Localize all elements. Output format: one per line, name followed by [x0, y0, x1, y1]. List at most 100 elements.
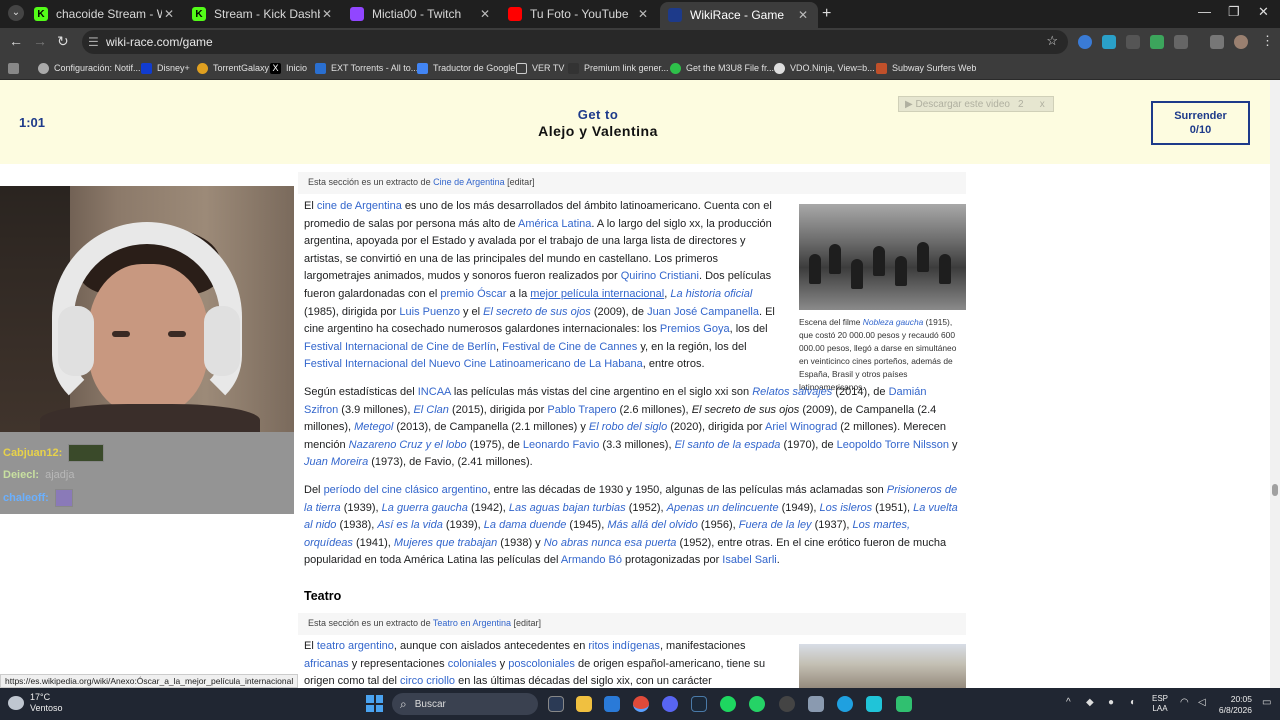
tray-icon[interactable]: ● — [1108, 697, 1114, 708]
url-text[interactable]: wiki-race.com/game — [106, 35, 213, 49]
whatsapp-icon[interactable] — [749, 696, 765, 712]
wiki-link-hovered[interactable]: mejor película internacional — [530, 288, 664, 300]
page-scrollbar[interactable] — [1270, 80, 1280, 688]
wiki-link[interactable]: Nobleza gaucha — [863, 317, 924, 327]
theater-image[interactable] — [799, 644, 966, 688]
wiki-link[interactable]: La dama duende — [484, 519, 567, 531]
edit-link[interactable]: [editar] — [507, 177, 535, 187]
wiki-link[interactable]: africanas — [304, 658, 349, 670]
wiki-link[interactable]: poscoloniales — [508, 658, 575, 670]
bookmark-item[interactable]: Configuración: Notif... — [38, 61, 141, 75]
reload-icon[interactable]: ↻ — [57, 33, 69, 50]
back-icon[interactable]: ← — [9, 33, 23, 49]
file-explorer-icon[interactable] — [576, 696, 592, 712]
wiki-link[interactable]: Así es la vida — [377, 519, 442, 531]
wiki-link[interactable]: El robo del siglo — [589, 421, 667, 433]
close-window-icon[interactable]: ✕ — [1258, 4, 1269, 20]
app-icon[interactable] — [866, 696, 882, 712]
extension-icon[interactable] — [1102, 35, 1116, 49]
wiki-link[interactable]: La guerra gaucha — [382, 502, 468, 514]
weather-widget[interactable]: 17°C Ventoso — [8, 692, 63, 714]
task-view-icon[interactable] — [548, 696, 564, 712]
restore-icon[interactable]: ❐ — [1228, 4, 1240, 20]
forward-icon[interactable]: → — [33, 33, 47, 49]
wiki-link[interactable]: Damián Szifron — [304, 386, 926, 416]
apps-icon[interactable] — [8, 61, 24, 75]
wiki-link[interactable]: El santo de la espada — [675, 439, 781, 451]
scrollbar-thumb[interactable] — [1272, 484, 1278, 496]
wiki-link[interactable]: premio Óscar — [440, 288, 506, 300]
tab-wikirace[interactable]: WikiRace - Game ✕ — [660, 2, 818, 28]
taskbar-search[interactable]: ⌕ Buscar — [392, 693, 538, 715]
new-tab-icon[interactable]: + — [822, 5, 831, 23]
wiki-link[interactable]: Premios Goya — [660, 323, 730, 335]
address-bar[interactable]: ☰ wiki-race.com/game ☆ — [82, 30, 1068, 54]
wiki-link[interactable]: Nazareno Cruz y el lobo — [349, 439, 467, 451]
app-icon[interactable] — [896, 696, 912, 712]
settings-icon[interactable] — [808, 696, 824, 712]
discord-icon[interactable] — [662, 696, 678, 712]
notifications-icon[interactable]: ▭ — [1262, 697, 1271, 708]
wiki-link[interactable]: Apenas un delincuente — [667, 502, 779, 514]
menu-icon[interactable]: ⋮ — [1261, 33, 1274, 49]
wiki-link[interactable]: El Clan — [413, 404, 448, 416]
bookmark-star-icon[interactable]: ☆ — [1046, 33, 1058, 49]
wiki-link[interactable]: Juan José Campanella — [647, 306, 759, 318]
tab-kick-dashboard[interactable]: K Stream - Kick Dashboard ✕ — [184, 3, 342, 25]
wiki-link[interactable]: Relatos salvajes — [752, 386, 832, 398]
wiki-link[interactable]: Las aguas bajan turbias — [509, 502, 626, 514]
wiki-link[interactable]: Metegol — [354, 421, 393, 433]
close-icon[interactable]: ✕ — [636, 7, 650, 21]
bookmark-item[interactable]: Premium link gener... — [568, 61, 669, 75]
wiki-link[interactable]: coloniales — [448, 658, 497, 670]
bookmark-item[interactable]: Traductor de Google — [417, 61, 515, 75]
photos-icon[interactable] — [604, 696, 620, 712]
close-icon[interactable]: ✕ — [162, 7, 176, 21]
wiki-link[interactable]: América Latina — [518, 218, 591, 230]
bookmark-item[interactable]: Subway Surfers Web — [876, 61, 976, 75]
wifi-icon[interactable]: ◠ — [1180, 697, 1189, 708]
close-icon[interactable]: x — [1031, 99, 1053, 110]
edge-icon[interactable] — [837, 696, 853, 712]
excerpt-link[interactable]: Teatro en Argentina — [433, 618, 511, 628]
tab-youtube[interactable]: Tu Foto - YouTube ✕ — [500, 3, 658, 25]
wiki-link[interactable]: INCAA — [418, 386, 451, 398]
language-indicator[interactable]: ESP LAA — [1152, 694, 1168, 714]
extensions-puzzle-icon[interactable] — [1174, 35, 1188, 49]
bookmark-item[interactable]: Disney+ — [141, 61, 190, 75]
wiki-link[interactable]: Luis Puenzo — [399, 306, 460, 318]
wiki-link[interactable]: Quirino Cristiani — [621, 270, 699, 282]
wiki-link[interactable]: Ariel Winograd — [765, 421, 837, 433]
profile-avatar[interactable] — [1234, 35, 1248, 49]
tab-kick-stream[interactable]: K chacoide Stream - Watch Live o ✕ — [26, 3, 184, 25]
chrome-icon[interactable] — [633, 696, 649, 712]
bookmark-item[interactable]: X Inicio — [270, 61, 307, 75]
start-button[interactable] — [366, 695, 383, 712]
close-icon[interactable]: ✕ — [796, 8, 810, 22]
volume-icon[interactable]: ◁ — [1198, 697, 1206, 708]
bookmark-item[interactable]: TorrentGalaxy — [197, 61, 269, 75]
download-video-bar[interactable]: ▶ Descargar este video 2 x — [898, 96, 1054, 112]
extension-icon[interactable] — [1078, 35, 1092, 49]
tray-overflow-icon[interactable]: ^ — [1066, 697, 1071, 708]
close-icon[interactable]: ✕ — [478, 7, 492, 21]
wiki-link[interactable]: circo criollo — [400, 675, 455, 687]
edit-link[interactable]: [editar] — [514, 618, 542, 628]
site-info-icon[interactable]: ☰ — [88, 35, 99, 49]
wiki-link[interactable]: Armando Bó — [561, 554, 622, 566]
tab-twitch[interactable]: Mictia00 - Twitch ✕ — [342, 3, 500, 25]
tray-icon[interactable]: ◆ — [1086, 697, 1094, 708]
wiki-link[interactable]: teatro argentino — [317, 640, 394, 652]
wiki-link[interactable]: Leopoldo Torre Nilsson — [837, 439, 949, 451]
wiki-link[interactable]: Pablo Trapero — [547, 404, 616, 416]
wiki-link[interactable]: Festival de Cine de Cannes — [502, 341, 637, 353]
clock[interactable]: 20:05 6/8/2026 — [1218, 694, 1252, 716]
spotify-icon[interactable] — [720, 696, 736, 712]
bookmark-item[interactable]: Get the M3U8 File fr... — [670, 61, 774, 75]
obs-icon[interactable] — [779, 696, 795, 712]
steam-icon[interactable] — [691, 696, 707, 712]
wiki-link[interactable]: Leonardo Favio — [523, 439, 599, 451]
wiki-link[interactable]: Festival Internacional del Nuevo Cine La… — [304, 358, 643, 370]
close-icon[interactable]: ✕ — [320, 7, 334, 21]
wiki-link[interactable]: Juan Moreira — [304, 456, 368, 468]
